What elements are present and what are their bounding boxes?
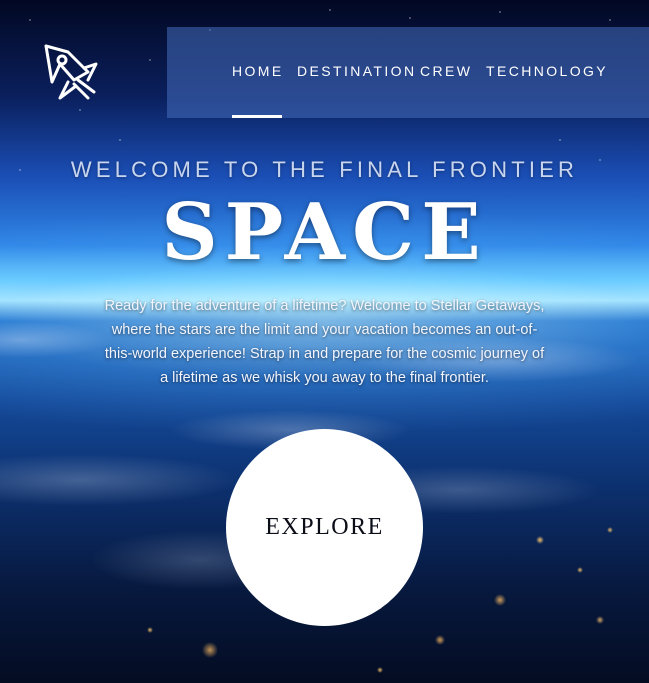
nav-item-home[interactable]: HOME [232,27,284,118]
rocket-logo-icon[interactable] [40,42,100,102]
nav-item-destination[interactable]: DESTINATION [297,27,416,118]
hero-title: SPACE [161,187,488,278]
hero-subtitle: WELCOME TO THE FINAL FRONTIER [70,157,579,182]
hero-description: Ready for the adventure of a lifetime? W… [104,298,545,386]
main-navigation: HOME DESTINATION CREW TECHNOLOGY [167,27,649,118]
nav-item-technology[interactable]: TECHNOLOGY [486,27,608,118]
explore-button[interactable]: EXPLORE [226,429,423,626]
nav-item-crew[interactable]: CREW [420,27,472,118]
